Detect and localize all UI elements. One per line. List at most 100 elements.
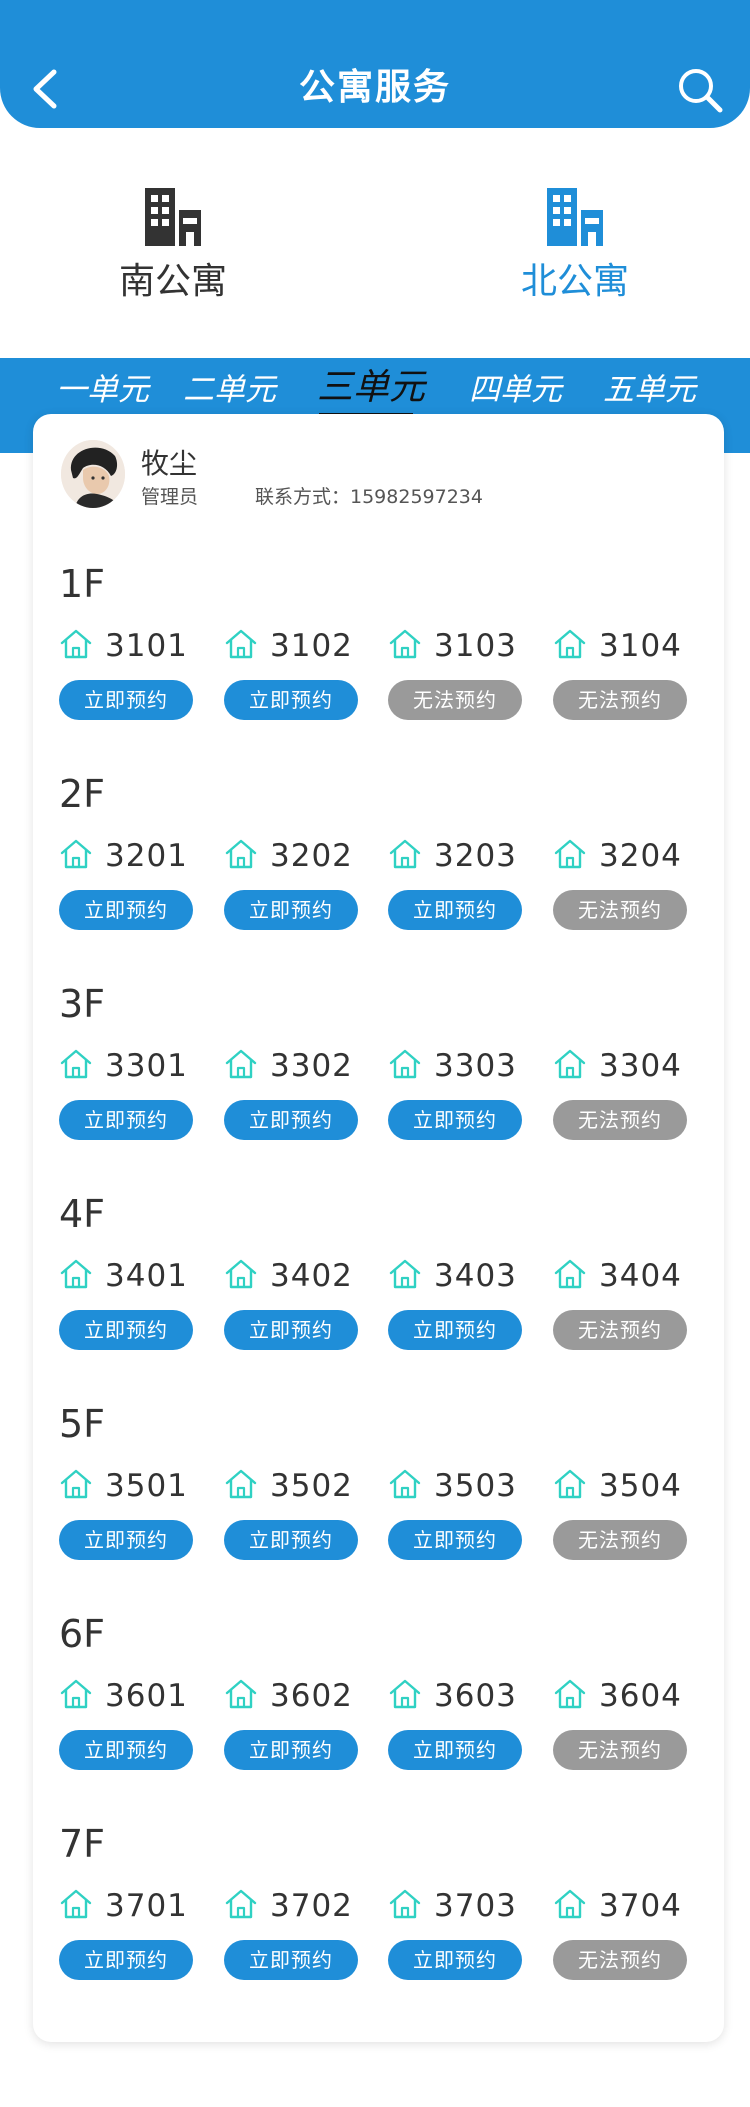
room-item: 3704 无法预约 [553,1888,693,1988]
unavailable-button[interactable]: 无法预约 [553,1100,687,1140]
building-option-south[interactable]: 南公寓 [73,188,273,304]
house-icon [224,1678,258,1710]
house-icon [553,1258,587,1290]
floor-section: 6F 3601 立即预约 3602 立即预约 3603 立即预约 3604 无法预约 [59,1612,709,1782]
tab-unit-1[interactable]: 一单元 [56,364,149,409]
room-item: 3701 立即预约 [59,1888,199,1988]
unavailable-button[interactable]: 无法预约 [553,890,687,930]
house-icon [59,1888,93,1920]
room-item: 3403 立即预约 [388,1258,528,1358]
room-number: 3204 [599,838,682,874]
search-icon[interactable] [676,66,724,114]
reserve-button[interactable]: 立即预约 [59,890,193,930]
house-icon [388,628,422,660]
top-app-bar: 公寓服务 [0,0,750,128]
tab-unit-2[interactable]: 二单元 [183,364,276,409]
unavailable-button[interactable]: 无法预约 [553,1730,687,1770]
room-item: 3402 立即预约 [224,1258,364,1358]
room-item: 3504 无法预约 [553,1468,693,1568]
room-number: 3104 [599,628,682,664]
room-item: 3201 立即预约 [59,838,199,938]
page-title: 公寓服务 [298,67,451,108]
room-item: 3202 立即预约 [224,838,364,938]
reserve-button[interactable]: 立即预约 [59,1100,193,1140]
room-item: 3601 立即预约 [59,1678,199,1778]
reserve-button[interactable]: 立即预约 [224,890,358,930]
house-icon [553,1048,587,1080]
room-number: 3702 [270,1888,353,1924]
house-icon [388,838,422,870]
floor-label: 5F [59,1402,106,1446]
reserve-button[interactable]: 立即预约 [224,1310,358,1350]
building-label-north: 北公寓 [520,261,629,302]
reserve-button[interactable]: 立即预约 [59,1940,193,1980]
room-number: 3604 [599,1678,682,1714]
reserve-button[interactable]: 立即预约 [388,890,522,930]
house-icon [59,1048,93,1080]
room-item: 3501 立即预约 [59,1468,199,1568]
floor-section: 2F 3201 立即预约 3202 立即预约 3203 立即预约 3204 无法预约 [59,772,709,942]
room-item: 3203 立即预约 [388,838,528,938]
room-number: 3103 [434,628,517,664]
room-number: 3303 [434,1048,517,1084]
reserve-button[interactable]: 立即预约 [224,1730,358,1770]
reserve-button[interactable]: 立即预约 [224,1520,358,1560]
house-icon [224,1258,258,1290]
reserve-button[interactable]: 立即预约 [59,680,193,720]
unavailable-button[interactable]: 无法预约 [553,680,687,720]
room-number: 3601 [105,1678,188,1714]
room-item: 3204 无法预约 [553,838,693,938]
floor-section: 1F 3101 立即预约 3102 立即预约 3103 无法预约 3104 无法预约 [59,562,709,732]
reserve-button[interactable]: 立即预约 [224,680,358,720]
room-number: 3101 [105,628,188,664]
tab-unit-5[interactable]: 五单元 [603,364,696,409]
room-number: 3402 [270,1258,353,1294]
building-icon [547,188,603,246]
room-item: 3602 立即预约 [224,1678,364,1778]
unavailable-button[interactable]: 无法预约 [553,1940,687,1980]
room-number: 3404 [599,1258,682,1294]
room-number: 3701 [105,1888,188,1924]
room-number: 3304 [599,1048,682,1084]
unavailable-button[interactable]: 无法预约 [388,680,522,720]
floor-label: 7F [59,1822,106,1866]
house-icon [388,1678,422,1710]
reserve-button[interactable]: 立即预约 [59,1730,193,1770]
room-item: 3303 立即预约 [388,1048,528,1148]
unavailable-button[interactable]: 无法预约 [553,1520,687,1560]
floor-label: 2F [59,772,106,816]
house-icon [553,838,587,870]
house-icon [553,628,587,660]
room-number: 3302 [270,1048,353,1084]
building-option-north[interactable]: 北公寓 [475,188,675,304]
room-number: 3102 [270,628,353,664]
room-number: 3602 [270,1678,353,1714]
tab-unit-4[interactable]: 四单元 [469,364,562,409]
room-item: 3104 无法预约 [553,628,693,728]
house-icon [224,628,258,660]
unavailable-button[interactable]: 无法预约 [553,1310,687,1350]
house-icon [224,1888,258,1920]
reserve-button[interactable]: 立即预约 [388,1940,522,1980]
room-number: 3401 [105,1258,188,1294]
house-icon [553,1468,587,1500]
reserve-button[interactable]: 立即预约 [224,1940,358,1980]
room-number: 3704 [599,1888,682,1924]
house-icon [59,1258,93,1290]
reserve-button[interactable]: 立即预约 [388,1730,522,1770]
manager-role: 管理员 [141,486,199,508]
reserve-button[interactable]: 立即预约 [59,1310,193,1350]
reserve-button[interactable]: 立即预约 [59,1520,193,1560]
room-number: 3201 [105,838,188,874]
reserve-button[interactable]: 立即预约 [224,1100,358,1140]
tab-unit-3[interactable]: 三单元 [317,358,425,416]
room-number: 3403 [434,1258,517,1294]
room-number: 3203 [434,838,517,874]
house-icon [224,838,258,870]
reserve-button[interactable]: 立即预约 [388,1520,522,1560]
reserve-button[interactable]: 立即预约 [388,1310,522,1350]
reserve-button[interactable]: 立即预约 [388,1100,522,1140]
floor-label: 3F [59,982,106,1026]
house-icon [388,1888,422,1920]
room-item: 3302 立即预约 [224,1048,364,1148]
